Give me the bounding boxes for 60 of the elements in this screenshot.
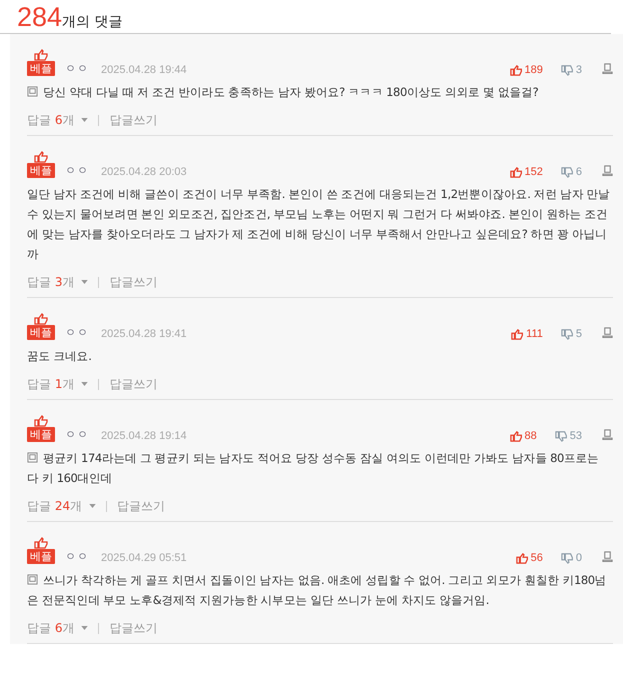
write-reply-link[interactable]: 답글쓰기	[109, 112, 158, 129]
replies-toggle[interactable]: 답글 6개	[27, 620, 88, 637]
like-button[interactable]: 56	[516, 552, 543, 564]
write-reply-link[interactable]: 답글쓰기	[109, 620, 158, 637]
author-name: ㅇㅇ	[65, 163, 89, 178]
author-name: ㅇㅇ	[65, 61, 89, 76]
report-icon[interactable]	[602, 429, 613, 440]
comment-date: 2025.04.28 20:03	[101, 166, 187, 178]
replies-toggle[interactable]: 답글 24개	[27, 498, 96, 515]
caret-icon	[81, 626, 88, 630]
author-name: ㅇㅇ	[65, 325, 89, 340]
comment-date: 2025.04.28 19:41	[101, 328, 187, 340]
dislike-button[interactable]: 0	[560, 552, 582, 564]
replies-toggle[interactable]: 답글 1개	[27, 376, 88, 393]
replies-toggle[interactable]: 답글 3개	[27, 274, 88, 291]
like-button[interactable]: 189	[510, 64, 543, 76]
report-icon[interactable]	[602, 551, 613, 562]
thumbs-up-icon	[516, 552, 528, 564]
comment-text: 당신 약대 다닐 때 저 조건 반이라도 충족하는 남자 봤어요? ㅋㅋㅋ 180이상도 의외로 몇 없을걸?	[27, 82, 613, 102]
caret-icon	[81, 280, 88, 284]
comment-count-label: 개의 댓글	[62, 13, 123, 31]
thumbs-down-icon	[560, 328, 573, 340]
comment-text: 꿈도 크네요.	[27, 348, 93, 365]
thumbs-down-icon	[560, 64, 573, 76]
report-icon[interactable]	[602, 327, 613, 338]
dislike-button[interactable]: 53	[554, 430, 582, 442]
comment-text: 쓰니가 착각하는 게 골프 치면서 집돌이인 남자는 없음. 애초에 성립할 수 없어. 그리고 외모가 훤칠한 키180넘은 전문직인데 부모 노후&경제적 지원가능한 시부모는 일단 쓰니가 눈에 차지도 않을거임.	[27, 572, 608, 609]
author-name: ㅇㅇ	[65, 549, 89, 564]
memo-icon	[27, 574, 38, 585]
write-reply-link[interactable]: 답글쓰기	[109, 274, 158, 291]
comment-text: 평균키 174라는데 그 평균키 되는 남자도 적어요 당장 성수동 잠실 여의도 이런데만 가봐도 남자들 80프로는 다 키 160대인데	[27, 450, 600, 487]
write-reply-link[interactable]: 답글쓰기	[116, 498, 165, 515]
like-button[interactable]: 152	[510, 166, 543, 178]
thumbs-up-icon	[510, 64, 522, 76]
author-name: ㅇㅇ	[65, 427, 89, 442]
dislike-button[interactable]: 3	[560, 64, 582, 76]
dislike-button[interactable]: 5	[560, 328, 582, 340]
comment-text: 일단 남자 조건에 비해 글쓴이 조건이 너무 부족함. 본인이 쓴 조건에 대응되는건 1,2번뿐이잖아요. 저런 남자 만날 수 있는지 물어보려면 본인 외모조건, 집안조건, 부모님 노후는 어떤지 뭐 그런거 다 써봐야죠. 본인이 원하는 조건에 맞는 남자를 찾아오더라도 그 남자가 제 조건에 비해 당신이 너무 부족해서 안만나고 싶은데요? 하면 꽝 아닙니까	[27, 186, 611, 263]
thumbs-up-icon	[511, 328, 524, 340]
memo-icon	[27, 86, 38, 97]
write-reply-link[interactable]: 답글쓰기	[109, 376, 158, 393]
caret-icon	[81, 382, 88, 386]
caret-icon	[88, 504, 96, 508]
caret-icon	[81, 118, 88, 122]
thumbs-up-icon	[510, 430, 522, 442]
like-button[interactable]: 88	[510, 430, 537, 442]
thumbs-down-icon	[560, 166, 573, 178]
like-button[interactable]: 111	[511, 328, 543, 340]
comment-date: 2025.04.28 19:14	[101, 430, 187, 442]
dislike-button[interactable]: 6	[560, 166, 582, 178]
report-icon[interactable]	[602, 165, 613, 176]
comment-count: 284	[17, 2, 62, 33]
memo-icon	[27, 452, 38, 463]
replies-toggle[interactable]: 답글 6개	[27, 112, 88, 129]
comment-date: 2025.04.28 19:44	[101, 64, 187, 76]
thumbs-down-icon	[560, 552, 573, 564]
report-icon[interactable]	[602, 63, 613, 74]
comment-date: 2025.04.29 05:51	[101, 552, 187, 564]
thumbs-down-icon	[554, 430, 567, 442]
thumbs-up-icon	[510, 166, 522, 178]
